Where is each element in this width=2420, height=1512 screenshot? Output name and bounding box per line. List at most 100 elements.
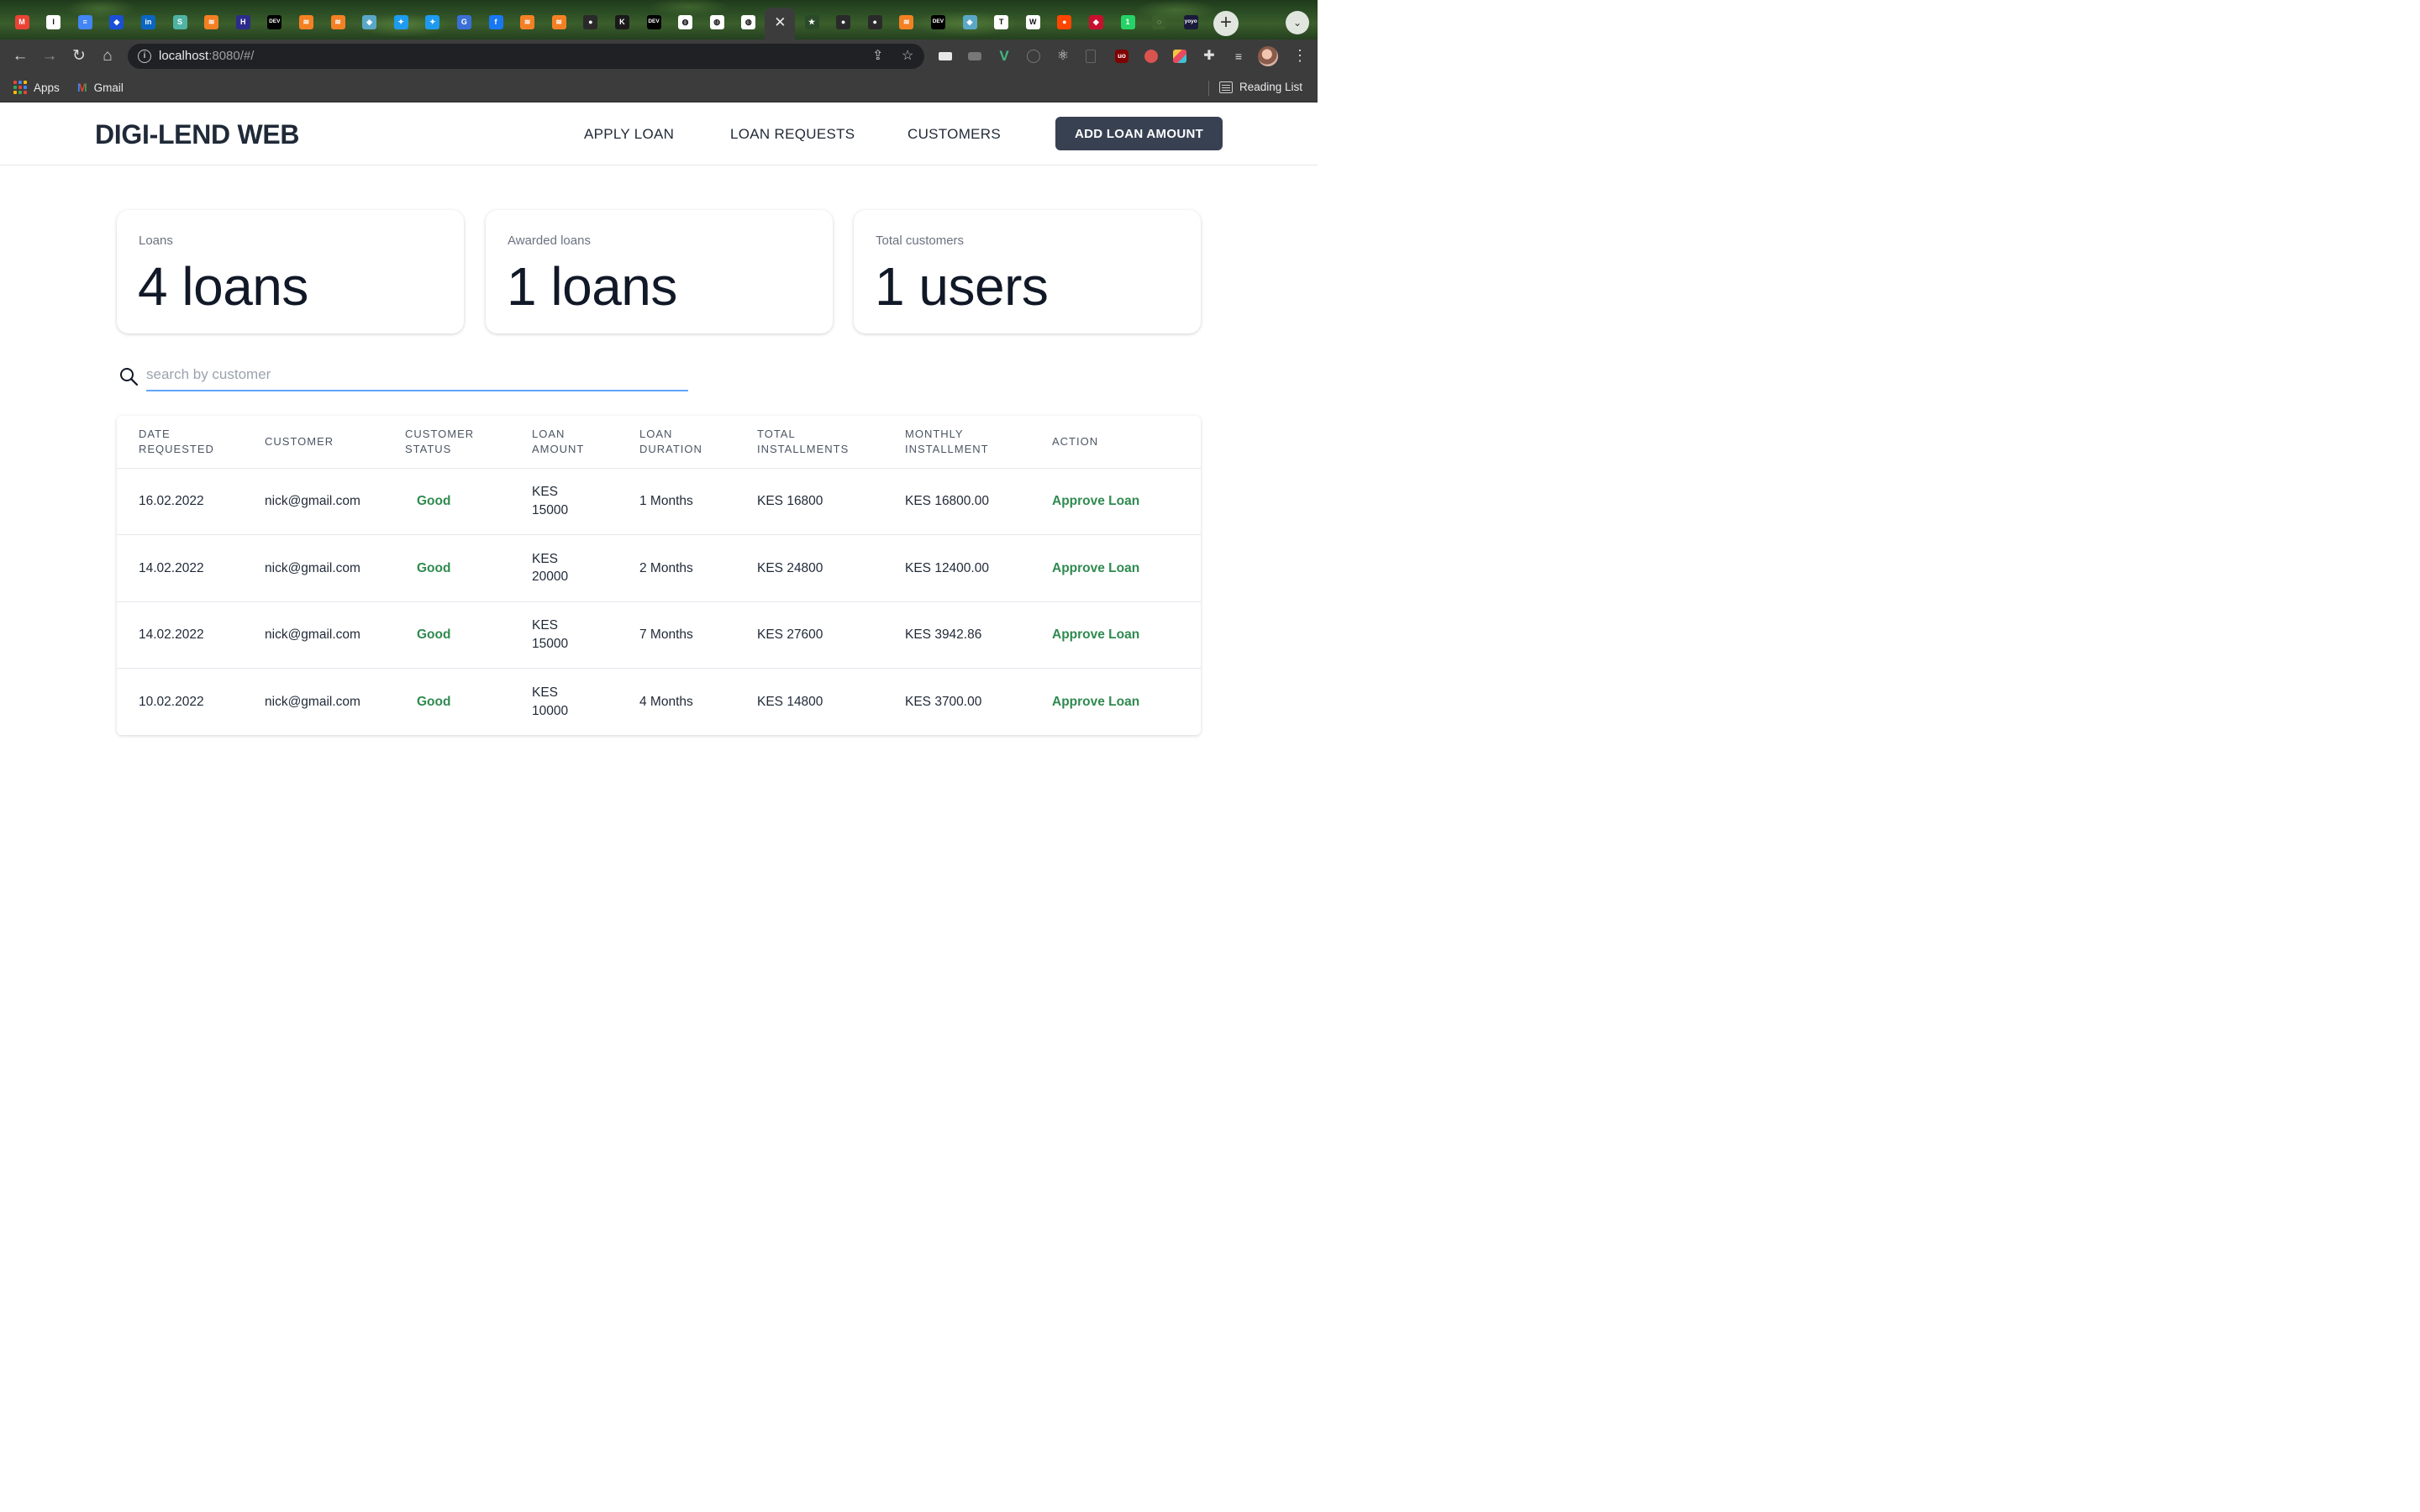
browser-tab[interactable]: 1 (1113, 8, 1143, 39)
reading-list-icon (1219, 81, 1233, 93)
browser-tab[interactable]: ★ (797, 8, 827, 39)
colorzilla-icon[interactable] (1173, 50, 1186, 63)
browser-tab[interactable]: H (228, 8, 258, 39)
approve-loan-link[interactable]: Approve Loan (1030, 601, 1201, 669)
browser-tab[interactable]: I (39, 8, 69, 39)
browser-tab-strip: + ⌄ M I ≡ ◆ in S ≋ H DEV ≋ ≋ ◈ ✦ ✦ Gf ≋ ≋ ● K DEV ◍ ◍ ◍ ✕ ★ ● ● ≋ DE… (0, 0, 1318, 39)
reload-button[interactable]: ↻ (69, 46, 89, 66)
browser-tab[interactable]: ≡ (70, 8, 100, 39)
browser-tab[interactable]: ◍ (671, 8, 701, 39)
date-cell: 10.02.2022 (139, 694, 204, 709)
nav-customers[interactable]: CUSTOMERS (908, 126, 1001, 143)
browser-tab[interactable]: ≋ (197, 8, 227, 39)
total-installments-cell: KES 27600 (735, 601, 883, 669)
bookmark-apps-label: Apps (34, 81, 60, 94)
new-tab-button[interactable]: + (1213, 11, 1239, 36)
browser-tab[interactable]: ≋ (544, 8, 574, 39)
browser-tab[interactable]: ✦ (418, 8, 448, 39)
search-input[interactable] (146, 360, 688, 391)
extensions-puzzle-icon[interactable]: ✚ (1202, 50, 1216, 63)
browser-tab[interactable]: S (165, 8, 195, 39)
browser-tab[interactable]: K (607, 8, 637, 39)
bookmark-star-icon[interactable]: ☆ (902, 47, 913, 64)
add-loan-amount-button[interactable]: ADD LOAN AMOUNT (1055, 117, 1223, 150)
globe-icon: ◍ (709, 15, 724, 29)
stackoverflow-icon: ≋ (551, 15, 566, 29)
loan-amount-value: 15000 (532, 502, 569, 517)
extension-disabled-icon[interactable] (1027, 50, 1040, 63)
browser-tab[interactable]: ✦ (386, 8, 416, 39)
browser-tab[interactable]: ● (1050, 8, 1080, 39)
browser-tab[interactable]: ✕ (765, 8, 796, 39)
gmail-icon: M (77, 81, 87, 94)
extension-truck-icon[interactable] (939, 52, 952, 60)
browser-tab[interactable]: ● (829, 8, 859, 39)
brand-title[interactable]: DIGI-LEND WEB (95, 119, 300, 150)
browser-tab[interactable]: M (7, 8, 37, 39)
browser-tab[interactable]: yoyo (1176, 8, 1206, 39)
extension-car-icon[interactable] (968, 52, 981, 60)
home-button[interactable]: ⌂ (97, 46, 118, 66)
tab-search-button[interactable]: ⌄ (1286, 11, 1309, 34)
extension-red-icon[interactable] (1144, 50, 1158, 63)
browser-tab[interactable]: ◍ (734, 8, 764, 39)
address-bar[interactable]: i localhost:8080/#/ ⇪ ☆ (128, 44, 924, 69)
stackoverflow-icon: ≋ (204, 15, 219, 29)
browser-tab[interactable]: f (481, 8, 511, 39)
browser-tab[interactable]: ≋ (323, 8, 353, 39)
column-header-text: INSTALLMENT (905, 442, 989, 455)
extension-bookmark-icon[interactable] (1086, 50, 1096, 63)
bookmark-apps[interactable]: Apps (13, 81, 60, 94)
browser-tab[interactable]: ◌ (1144, 8, 1175, 39)
browser-tab[interactable]: G (449, 8, 479, 39)
twitter-icon: ✦ (425, 15, 440, 29)
nav-apply-loan[interactable]: APPLY LOAN (584, 126, 674, 143)
nav-loan-requests[interactable]: LOAN REQUESTS (730, 126, 855, 143)
browser-tab[interactable]: in (133, 8, 163, 39)
browser-menu-icon[interactable]: ⋮ (1292, 45, 1307, 66)
forward-button[interactable]: → (39, 46, 60, 66)
site-info-icon[interactable]: i (138, 50, 151, 63)
browser-tab[interactable]: ◍ (702, 8, 732, 39)
monthly-installment-cell: KES 12400.00 (883, 534, 1030, 602)
date-cell: 14.02.2022 (117, 601, 243, 669)
approve-loan-link[interactable]: Approve Loan (1030, 534, 1201, 602)
browser-tab[interactable]: ≋ (892, 8, 922, 39)
linkedin-icon: in (140, 15, 155, 29)
share-icon[interactable]: ⇪ (872, 47, 883, 64)
approve-loan-link[interactable]: Approve Loan (1030, 468, 1201, 535)
loan-requests-table: DATE REQUESTED CUSTOMER CUSTOMER STATUS LOAN A… (117, 416, 1201, 735)
browser-tab[interactable]: DEV (639, 8, 669, 39)
ublock-origin-icon[interactable]: uo (1115, 50, 1128, 63)
browser-tab[interactable]: ◈ (355, 8, 385, 39)
vue-devtools-icon[interactable]: V (997, 49, 1011, 63)
back-button[interactable]: ← (10, 46, 30, 66)
loan-amount-currency: KES (532, 485, 559, 500)
browser-tab[interactable]: ≋ (513, 8, 543, 39)
profile-avatar[interactable] (1258, 46, 1278, 66)
bookmark-gmail[interactable]: M Gmail (77, 81, 124, 94)
browser-tab[interactable]: ◆ (102, 8, 132, 39)
browser-tab[interactable]: DEV (923, 8, 953, 39)
loan-amount-cell: KES 10000 (510, 669, 618, 736)
browser-tab[interactable]: ● (860, 8, 890, 39)
browser-tab[interactable]: W (1018, 8, 1048, 39)
stat-label: Loans (139, 234, 173, 248)
column-header: CUSTOMER (243, 416, 383, 469)
github-icon: ● (583, 15, 598, 29)
column-header-text: TOTAL (757, 428, 796, 441)
browser-tab[interactable]: ● (576, 8, 606, 39)
media-controls-icon[interactable]: ≡ (1232, 50, 1245, 63)
duration-cell: 2 Months (618, 534, 735, 602)
reading-list-button[interactable]: Reading List (1219, 81, 1302, 93)
browser-tab[interactable]: ◆ (1081, 8, 1111, 39)
browser-tab[interactable]: ◈ (955, 8, 985, 39)
status-cell: Good (417, 694, 451, 709)
browser-tab[interactable]: ≋ (291, 8, 321, 39)
browser-tab[interactable]: T (986, 8, 1017, 39)
react-devtools-icon[interactable]: ⚛ (1056, 50, 1070, 63)
approve-loan-link[interactable]: Approve Loan (1030, 669, 1201, 736)
column-header-text: CUSTOMER (265, 435, 334, 448)
browser-tab[interactable]: DEV (260, 8, 290, 39)
app-header: DIGI-LEND WEB APPLY LOAN LOAN REQUESTS C… (0, 102, 1318, 165)
